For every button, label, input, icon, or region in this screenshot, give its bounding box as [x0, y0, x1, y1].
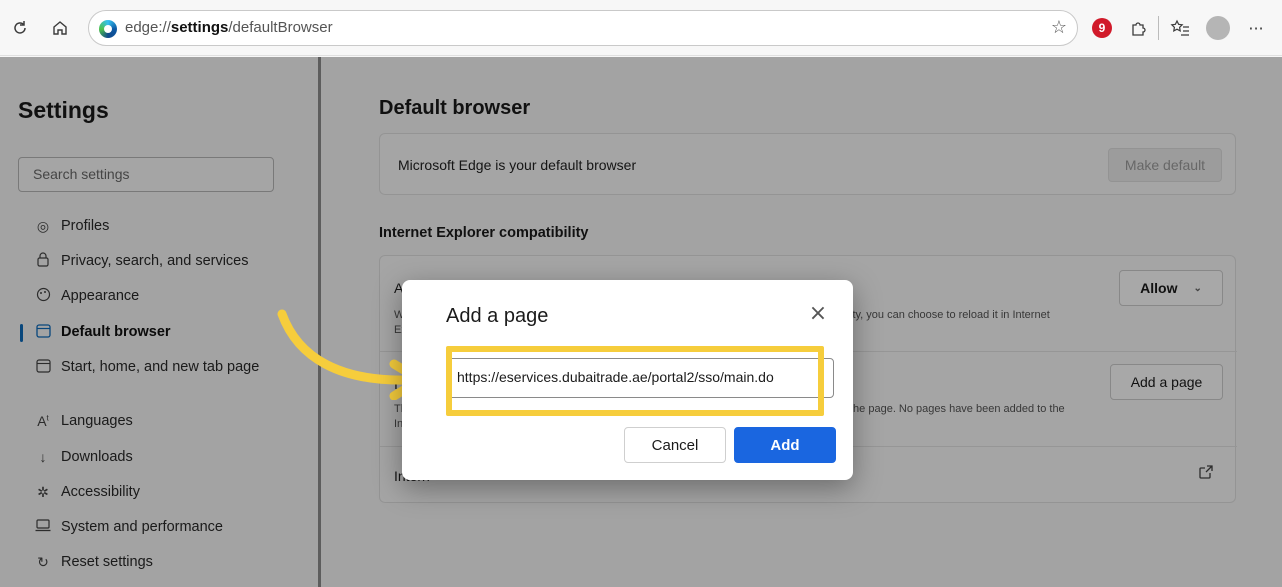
add-page-dialog: Add a page × Cancel Add: [402, 280, 853, 480]
highlight-box: [446, 346, 824, 416]
toolbar-separator: [1158, 16, 1159, 40]
dialog-title: Add a page: [446, 305, 549, 327]
star-icon[interactable]: ☆: [1051, 17, 1067, 38]
extension-badge-icon[interactable]: 9: [1092, 18, 1112, 38]
cancel-button[interactable]: Cancel: [624, 427, 726, 463]
favorites-icon[interactable]: [1168, 16, 1192, 40]
browser-toolbar: edge://settings/defaultBrowser ☆ 9 ···: [0, 0, 1282, 56]
more-icon[interactable]: ···: [1244, 16, 1268, 40]
refresh-icon[interactable]: [8, 16, 32, 40]
close-icon[interactable]: ×: [807, 303, 829, 326]
add-button[interactable]: Add: [734, 427, 836, 463]
avatar[interactable]: [1206, 16, 1230, 40]
puzzle-icon[interactable]: [1126, 16, 1150, 40]
address-url: edge://settings/defaultBrowser: [125, 19, 333, 36]
address-bar[interactable]: edge://settings/defaultBrowser ☆: [88, 10, 1078, 46]
home-icon[interactable]: [48, 16, 72, 40]
edge-logo-icon: [99, 20, 117, 38]
